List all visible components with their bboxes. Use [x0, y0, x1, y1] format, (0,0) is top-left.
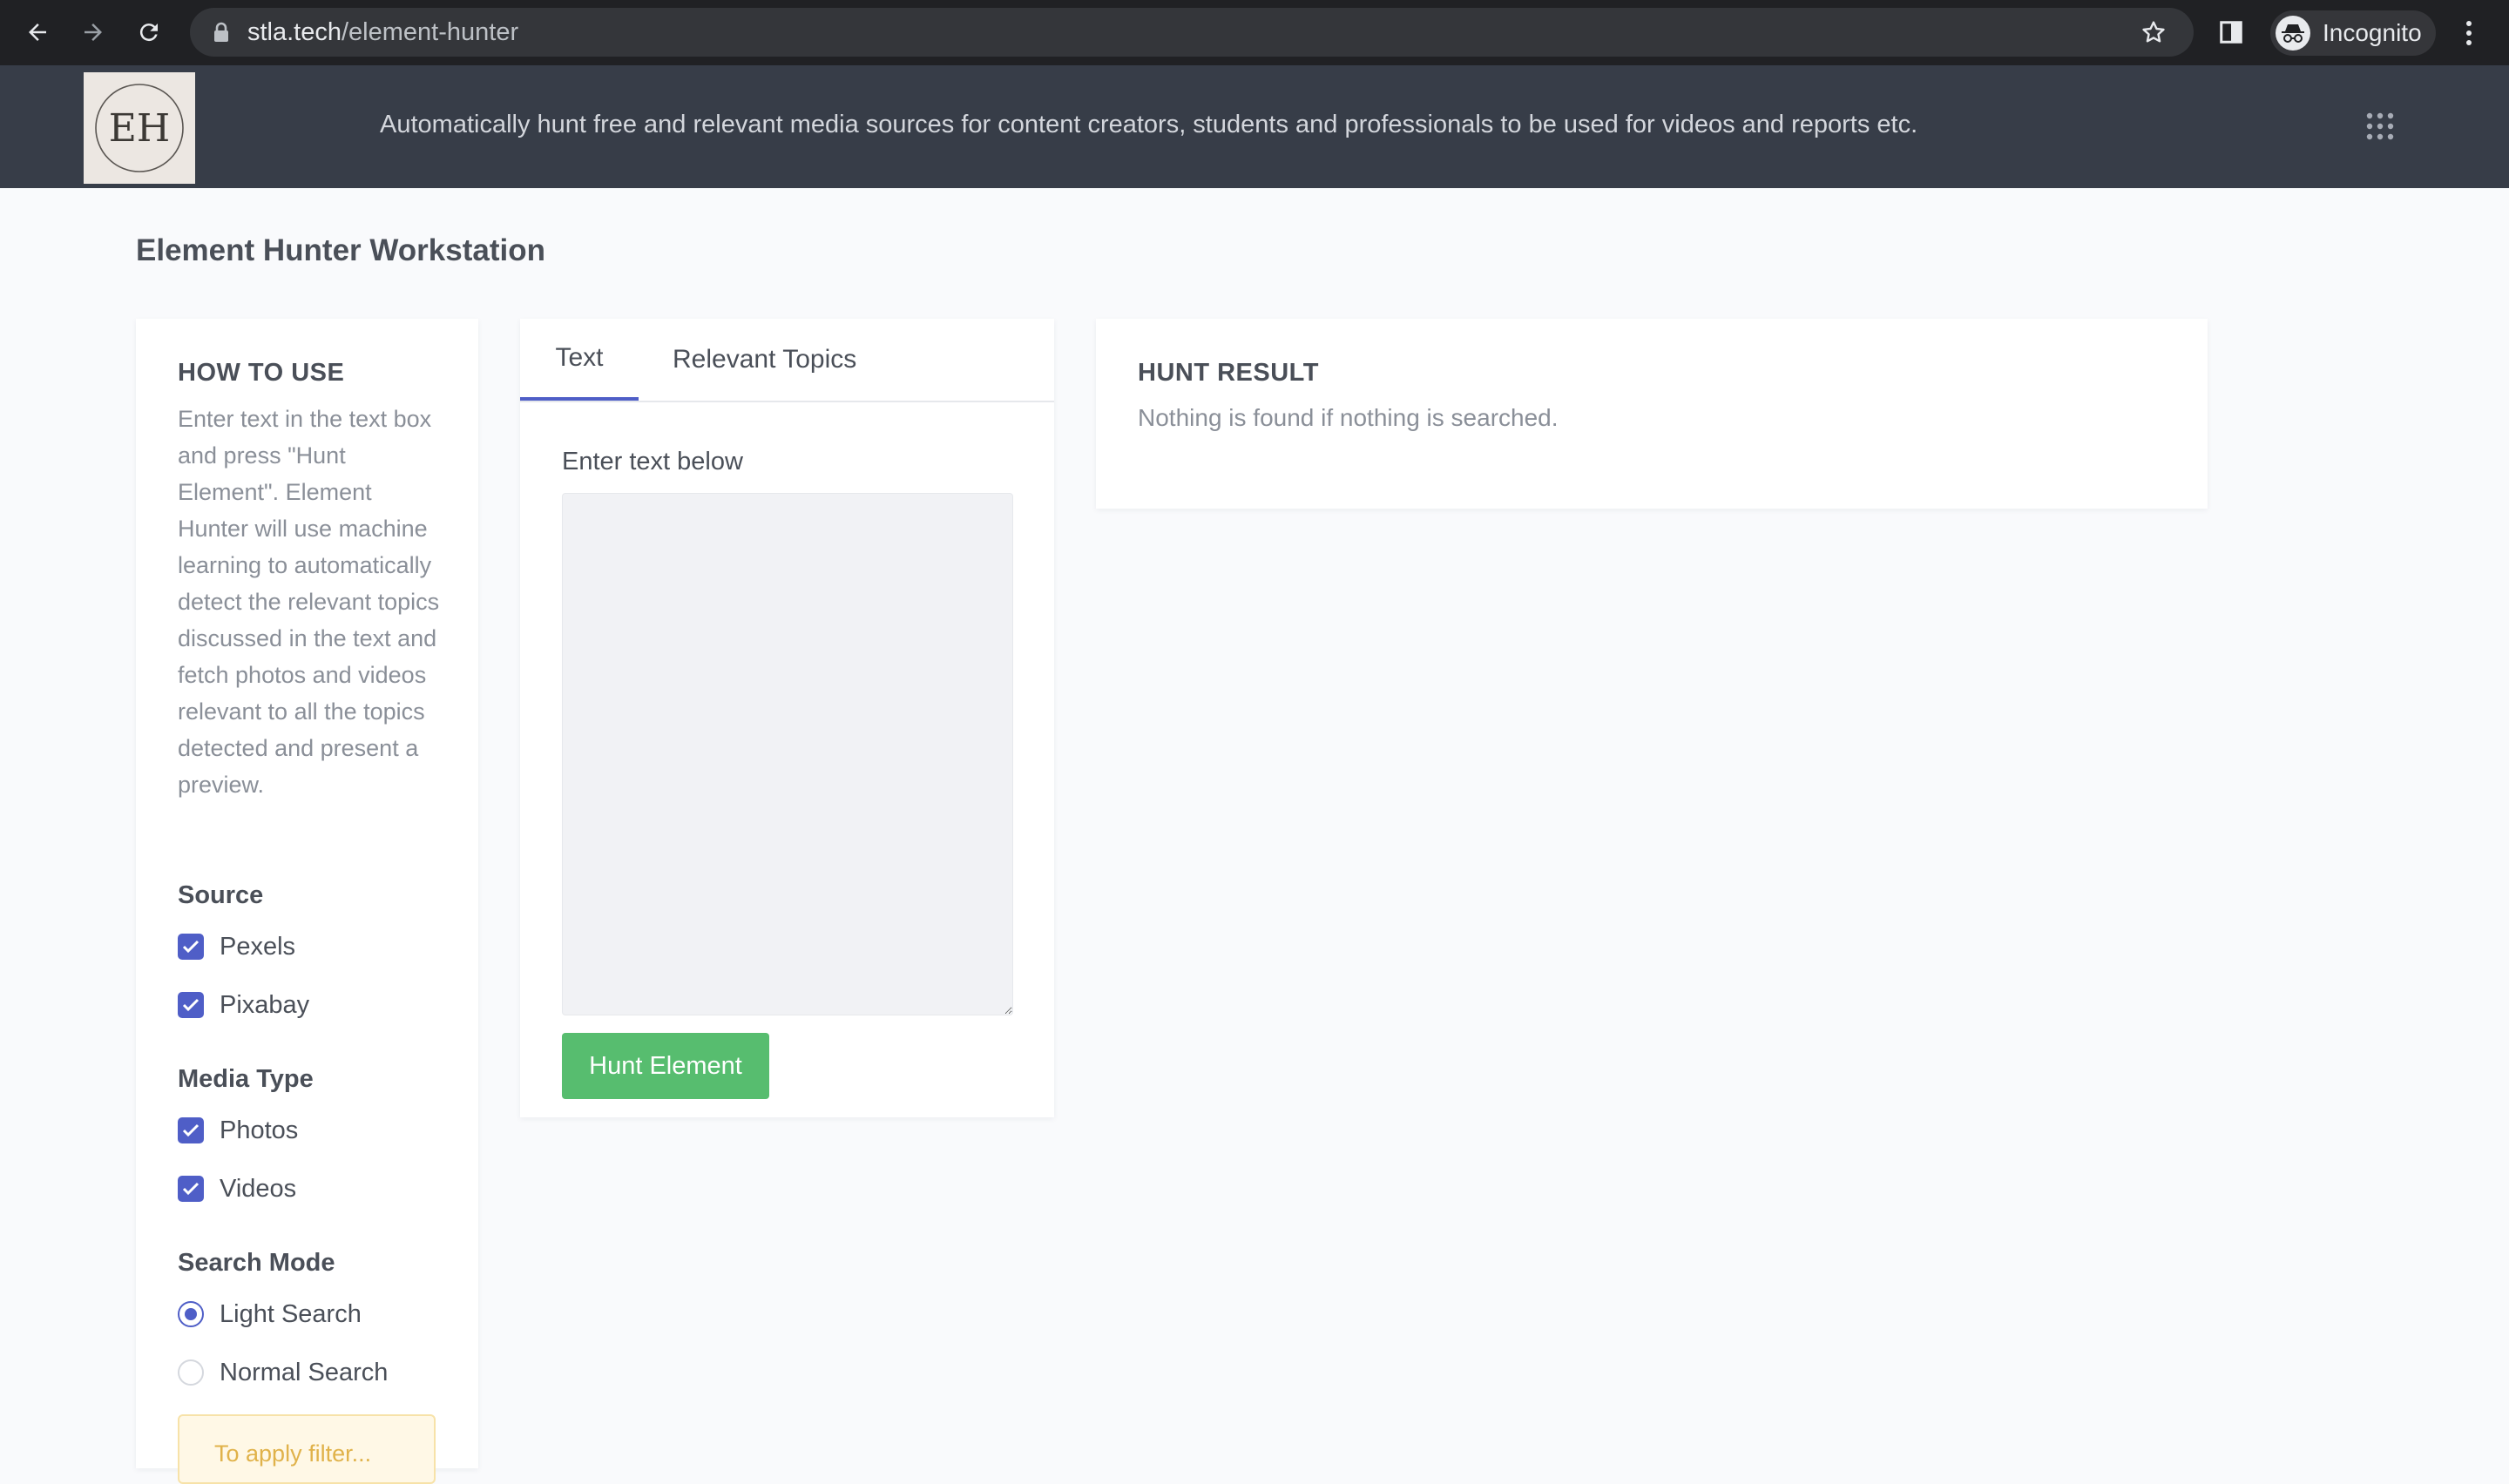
media-type-option-label: Videos — [220, 1174, 297, 1203]
lock-icon — [209, 20, 233, 44]
source-label: Source — [178, 881, 264, 909]
bookmark-star-icon[interactable] — [2140, 18, 2167, 46]
how-to-use-heading: HOW TO USE — [178, 359, 345, 387]
input-tabs: Text Relevant Topics — [520, 319, 1054, 402]
checkbox-checked-icon[interactable] — [178, 1117, 204, 1143]
site-logo[interactable]: EH — [84, 72, 195, 184]
filter-notice: To apply filter... — [178, 1414, 436, 1484]
browser-menu-icon[interactable] — [2460, 17, 2478, 49]
search-mode-label: Search Mode — [178, 1249, 335, 1277]
logo-text: EH — [109, 106, 171, 151]
text-input-card: Text Relevant Topics Enter text below Hu… — [520, 319, 1054, 1117]
address-bar[interactable]: stla.tech/element-hunter — [190, 8, 2194, 57]
back-arrow-icon — [29, 24, 46, 41]
checkbox-checked-icon[interactable] — [178, 992, 204, 1018]
radio-unselected-icon[interactable] — [178, 1359, 204, 1386]
reload-icon — [139, 24, 158, 42]
search-mode-option-light[interactable]: Light Search — [178, 1299, 362, 1329]
search-mode-option-label: Light Search — [220, 1299, 362, 1328]
radio-selected-icon[interactable] — [178, 1301, 204, 1327]
hunt-result-heading: HUNT RESULT — [1138, 359, 1319, 387]
media-type-label: Media Type — [178, 1065, 314, 1093]
browser-toolbar: stla.tech/element-hunter Incognito — [0, 0, 2509, 65]
hunt-result-card: HUNT RESULT Nothing is found if nothing … — [1096, 319, 2208, 509]
site-tagline: Automatically hunt free and relevant med… — [380, 111, 1918, 138]
page-title: Element Hunter Workstation — [136, 233, 545, 267]
media-type-option-photos[interactable]: Photos — [178, 1116, 298, 1145]
source-option-label: Pexels — [220, 932, 296, 961]
back-button[interactable] — [17, 12, 57, 52]
media-type-option-videos[interactable]: Videos — [178, 1174, 296, 1204]
incognito-label: Incognito — [2323, 19, 2422, 46]
hunt-result-empty-message: Nothing is found if nothing is searched. — [1138, 404, 1559, 431]
source-option-pixabay[interactable]: Pixabay — [178, 990, 309, 1020]
source-option-pexels[interactable]: Pexels — [178, 932, 295, 961]
url-path: /element-hunter — [342, 17, 519, 46]
media-type-option-label: Photos — [220, 1116, 299, 1144]
incognito-profile-button[interactable]: Incognito — [2270, 10, 2436, 56]
checkbox-checked-icon[interactable] — [178, 1176, 204, 1202]
url-text: stla.tech/element-hunter — [247, 18, 518, 47]
checkbox-checked-icon[interactable] — [178, 934, 204, 960]
source-option-label: Pixabay — [220, 990, 310, 1019]
incognito-icon — [2276, 16, 2310, 51]
forward-button[interactable] — [73, 12, 113, 52]
reload-button[interactable] — [129, 12, 169, 52]
site-header: EH Automatically hunt free and relevant … — [0, 65, 2509, 188]
side-panel-icon[interactable] — [2218, 19, 2244, 45]
tab-relevant-topics[interactable]: Relevant Topics — [673, 319, 856, 401]
search-mode-option-label: Normal Search — [220, 1358, 389, 1386]
hunt-element-button[interactable]: Hunt Element — [562, 1033, 769, 1099]
forward-arrow-icon — [85, 24, 102, 41]
text-input[interactable] — [562, 493, 1013, 1015]
how-to-use-description: Enter text in the text box and press "Hu… — [178, 406, 440, 798]
how-to-use-card: HOW TO USE Enter text in the text box an… — [136, 319, 478, 1484]
search-mode-option-normal[interactable]: Normal Search — [178, 1358, 388, 1387]
apps-grid-icon[interactable] — [2366, 112, 2394, 140]
text-field-label: Enter text below — [562, 448, 743, 476]
tab-text[interactable]: Text — [520, 319, 639, 401]
url-host: stla.tech — [247, 17, 342, 46]
